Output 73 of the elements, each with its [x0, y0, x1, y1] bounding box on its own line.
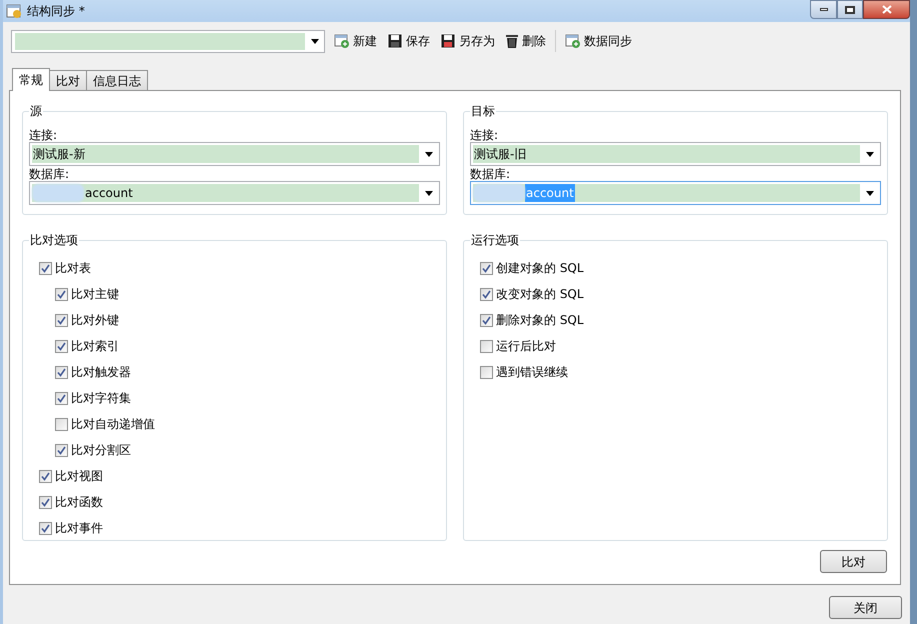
toolbar-button[interactable]: 新建	[333, 32, 378, 50]
checkbox[interactable]	[480, 288, 493, 300]
checkbox-label: 创建对象的 SQL	[496, 260, 584, 277]
field-label: 连接:	[470, 128, 500, 142]
blurred-patch	[473, 184, 525, 202]
close-window-button[interactable]	[863, 0, 910, 19]
group-title: 源	[29, 103, 43, 119]
tab[interactable]: 常规	[12, 68, 50, 91]
checkbox-label: 比对触发器	[71, 364, 131, 381]
dropdown-caret-icon	[866, 152, 874, 156]
checkbox[interactable]	[55, 418, 68, 430]
tab[interactable]: 比对	[49, 70, 87, 90]
checkbox[interactable]	[55, 392, 68, 404]
checkbox-label: 比对表	[55, 260, 91, 277]
checkbox-label: 遇到错误继续	[496, 364, 568, 381]
checkbox[interactable]	[480, 262, 493, 274]
checkbox[interactable]	[39, 522, 52, 534]
dropdown-field[interactable]: account	[29, 181, 440, 205]
dropdown-field[interactable]: 测试服-新	[29, 142, 440, 166]
checkbox-label: 比对事件	[55, 520, 103, 537]
checkbox[interactable]	[39, 470, 52, 482]
toolbar-button[interactable]: 数据同步	[564, 32, 633, 50]
checkbox[interactable]	[480, 366, 493, 378]
checkbox-label: 删除对象的 SQL	[496, 312, 584, 329]
window-title: 结构同步 *	[27, 3, 85, 20]
toolbar-button[interactable]: 保存	[386, 32, 431, 50]
group-title: 目标	[470, 103, 496, 119]
checkbox[interactable]	[55, 444, 68, 456]
close-button[interactable]: 关闭	[829, 596, 902, 619]
app-icon	[6, 3, 22, 19]
group-title: 运行选项	[470, 232, 520, 248]
group-title: 比对选项	[29, 232, 79, 248]
checkbox[interactable]	[55, 340, 68, 352]
checkbox[interactable]	[55, 288, 68, 300]
minimize-button[interactable]	[810, 0, 837, 19]
field-value: account	[84, 185, 134, 202]
checkbox-label: 比对主键	[71, 286, 119, 303]
checkbox[interactable]	[39, 496, 52, 508]
dropdown-caret-icon	[866, 190, 874, 196]
trash-can-icon	[505, 33, 519, 49]
checkbox-label: 比对函数	[55, 494, 103, 511]
checkbox-label: 比对索引	[71, 338, 119, 355]
dropdown-field[interactable]: 测试服-旧	[470, 142, 881, 166]
field-label: 连接:	[29, 128, 58, 142]
documents-sync-icon	[565, 33, 581, 49]
checkbox-label: 改变对象的 SQL	[496, 286, 584, 303]
checkbox[interactable]	[55, 314, 68, 326]
checkbox-label: 比对分割区	[71, 442, 131, 459]
dropdown-caret-icon	[425, 152, 433, 156]
checkbox-label: 比对视图	[55, 468, 103, 485]
toolbar-button[interactable]: 另存为	[439, 32, 496, 50]
checkbox[interactable]	[55, 366, 68, 378]
checkbox[interactable]	[480, 340, 493, 352]
checkbox[interactable]	[480, 314, 493, 326]
field-value: account	[525, 184, 575, 202]
dropdown-caret-icon	[311, 38, 319, 44]
table-sync-icon	[334, 33, 350, 49]
maximize-button[interactable]	[837, 0, 863, 19]
dropdown-caret-icon	[425, 190, 433, 196]
checkbox-label: 运行后比对	[496, 338, 556, 355]
compare-button[interactable]: 比对	[820, 550, 887, 573]
checkbox-label: 比对字符集	[71, 390, 131, 407]
toolbar-button[interactable]: 删除	[504, 32, 547, 50]
field-value: 测试服-旧	[473, 146, 528, 163]
checkbox-label: 比对外键	[71, 312, 119, 329]
field-value: 测试服-新	[32, 146, 86, 163]
close-icon	[882, 5, 892, 14]
blurred-patch	[32, 184, 84, 202]
checkbox-label: 比对自动递增值	[71, 416, 155, 433]
field-label: 数据库:	[470, 167, 512, 181]
checkbox[interactable]	[39, 262, 52, 274]
tab[interactable]: 信息日志	[86, 70, 148, 90]
field-label: 数据库:	[29, 167, 70, 181]
